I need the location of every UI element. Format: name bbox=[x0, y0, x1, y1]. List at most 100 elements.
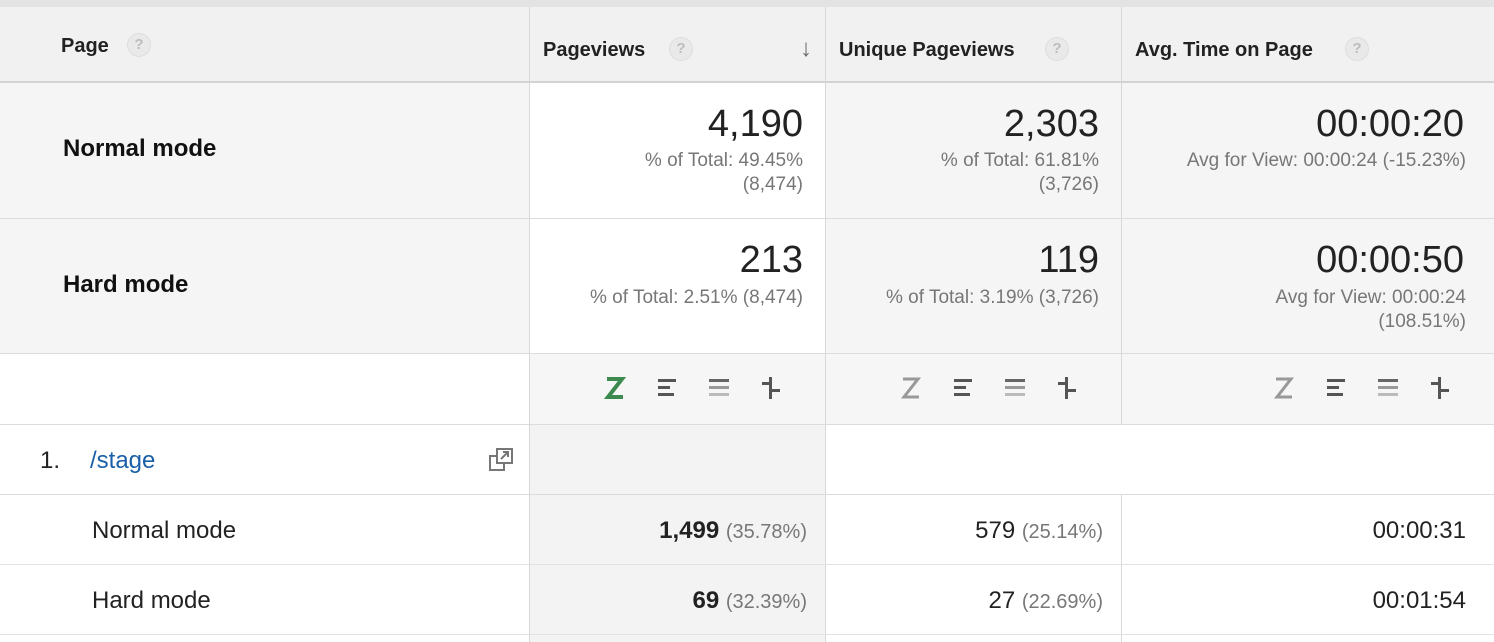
segment-name: Normal mode bbox=[63, 135, 217, 162]
z-icon[interactable] bbox=[885, 372, 937, 404]
subrow-unique: 579 (25.14%) bbox=[975, 517, 1103, 545]
partial-cell bbox=[1121, 635, 1494, 642]
comparison-icon[interactable] bbox=[1414, 372, 1466, 404]
page-pageviews-empty bbox=[529, 425, 825, 494]
table-row: 1. /stage bbox=[0, 425, 1494, 495]
subrow-unique: 27 (22.69%) bbox=[988, 587, 1103, 615]
subrow-pageviews-cell: 1,499 (35.78%) bbox=[529, 495, 825, 564]
segment-avgtime-change: (108.51%) bbox=[1378, 311, 1466, 332]
table-row: Normal mode 1,499 (35.78%) 579 (25.14%) … bbox=[0, 495, 1494, 565]
segment-pageviews-total: (8,474) bbox=[742, 174, 803, 195]
header-page[interactable]: Page ? bbox=[0, 7, 529, 81]
segment-pageviews-sub: % of Total: 2.51% (8,474) bbox=[590, 286, 803, 310]
segment-name-cell: Normal mode bbox=[0, 83, 529, 218]
partial-cell bbox=[529, 635, 825, 642]
page-unique-empty bbox=[825, 425, 1121, 494]
viz-spacer bbox=[0, 354, 529, 424]
help-icon[interactable]: ? bbox=[669, 37, 693, 61]
segment-unique-pct: % of Total: 3.19% (3,726) bbox=[886, 287, 1099, 308]
segment-avgtime-cell: 00:00:50 Avg for View: 00:00:24 (108.51%… bbox=[1121, 219, 1494, 353]
comparison-icon[interactable] bbox=[1041, 372, 1093, 404]
header-avg-time[interactable]: Avg. Time on Page ? bbox=[1121, 7, 1494, 81]
bars-icon[interactable] bbox=[937, 372, 989, 404]
viz-toggle-group bbox=[1258, 372, 1466, 404]
segment-unique-cell: 119 % of Total: 3.19% (3,726) bbox=[825, 219, 1121, 353]
segment-avgtime: 00:00:20 bbox=[1316, 103, 1464, 145]
segment-pageviews-cell: 4,190 % of Total: 49.45% (8,474) bbox=[529, 83, 825, 218]
subrow-unique-pct: (22.69%) bbox=[1021, 591, 1103, 613]
segment-avgtime-view: Avg for View: 00:00:24 bbox=[1275, 287, 1466, 308]
subrow-unique-cell: 579 (25.14%) bbox=[825, 495, 1121, 564]
segment-name: Hard mode bbox=[63, 271, 189, 298]
table-row-partial bbox=[0, 635, 1494, 642]
segment-unique-sub: % of Total: 61.81% (3,726) bbox=[941, 149, 1099, 197]
subrow-unique-value: 579 bbox=[975, 517, 1016, 544]
segment-unique-pct: % of Total: 61.81% bbox=[940, 150, 1099, 171]
sort-descending-icon[interactable]: ↓ bbox=[800, 35, 812, 63]
segment-unique: 2,303 bbox=[1003, 103, 1099, 145]
z-icon[interactable] bbox=[1258, 372, 1310, 404]
segment-pageviews-pct: % of Total: 2.51% (8,474) bbox=[590, 287, 803, 308]
partial-cell bbox=[825, 635, 1121, 642]
subrow-segment-cell: Normal mode bbox=[0, 495, 529, 564]
segment-summary-row: Normal mode 4,190 % of Total: 49.45% (8,… bbox=[0, 83, 1494, 219]
segment-avgtime-view: Avg for View: 00:00:24 (-15.23%) bbox=[1186, 150, 1466, 171]
segment-unique-sub: % of Total: 3.19% (3,726) bbox=[886, 286, 1099, 310]
bars-icon[interactable] bbox=[641, 372, 693, 404]
help-icon[interactable]: ? bbox=[127, 33, 151, 57]
viz-unique bbox=[825, 354, 1121, 424]
segment-unique: 119 bbox=[1038, 239, 1099, 281]
segment-avgtime-cell: 00:00:20 Avg for View: 00:00:24 (-15.23%… bbox=[1121, 83, 1494, 218]
segment-unique-total: (3,726) bbox=[1038, 174, 1099, 195]
subrow-avgtime: 00:01:54 bbox=[1372, 587, 1466, 614]
subrow-pageviews-cell: 69 (32.39%) bbox=[529, 565, 825, 634]
subrow-segment: Normal mode bbox=[92, 517, 237, 544]
help-icon[interactable]: ? bbox=[1045, 37, 1069, 61]
stacked-bars-icon[interactable] bbox=[693, 372, 745, 404]
page-cell: 1. /stage bbox=[0, 425, 529, 494]
viz-toggle-group bbox=[589, 372, 797, 404]
segment-pageviews: 4,190 bbox=[707, 103, 803, 145]
header-pageviews-label: Pageviews bbox=[543, 39, 646, 61]
bars-icon[interactable] bbox=[1310, 372, 1362, 404]
stacked-bars-icon[interactable] bbox=[989, 372, 1041, 404]
z-icon[interactable] bbox=[589, 372, 641, 404]
subrow-segment: Hard mode bbox=[92, 587, 211, 614]
subrow-pageviews: 1,499 (35.78%) bbox=[659, 517, 807, 545]
segment-pageviews-cell: 213 % of Total: 2.51% (8,474) bbox=[529, 219, 825, 353]
subrow-unique-pct: (25.14%) bbox=[1021, 521, 1103, 543]
segment-avgtime-sub: Avg for View: 00:00:24 (-15.23%) bbox=[1187, 149, 1466, 173]
header-page-label: Page bbox=[61, 35, 109, 57]
segment-avgtime-sub: Avg for View: 00:00:24 (108.51%) bbox=[1276, 286, 1466, 334]
subrow-avgtime: 00:00:31 bbox=[1372, 517, 1466, 544]
subrow-pageviews-pct: (32.39%) bbox=[725, 591, 807, 613]
subrow-pageviews-value: 69 bbox=[692, 587, 720, 614]
viz-toggle-group bbox=[885, 372, 1093, 404]
subrow-unique-value: 27 bbox=[988, 587, 1016, 614]
segment-unique-cell: 2,303 % of Total: 61.81% (3,726) bbox=[825, 83, 1121, 218]
subrow-avgtime-cell: 00:01:54 bbox=[1121, 565, 1494, 634]
header-unique-pageviews[interactable]: Unique Pageviews ? bbox=[825, 7, 1121, 81]
subrow-unique-cell: 27 (22.69%) bbox=[825, 565, 1121, 634]
comparison-icon[interactable] bbox=[745, 372, 797, 404]
header-pageviews[interactable]: Pageviews ? ↓ bbox=[529, 7, 825, 81]
page-link[interactable]: /stage bbox=[90, 447, 155, 475]
segment-name-cell: Hard mode bbox=[0, 219, 529, 353]
segment-pageviews: 213 bbox=[739, 239, 803, 281]
table-header: Page ? Pageviews ? ↓ Unique Pageviews ? … bbox=[0, 0, 1494, 83]
stacked-bars-icon[interactable] bbox=[1362, 372, 1414, 404]
header-unique-label: Unique Pageviews bbox=[839, 39, 1015, 61]
analytics-table: Page ? Pageviews ? ↓ Unique Pageviews ? … bbox=[0, 0, 1494, 642]
header-avgtime-label: Avg. Time on Page bbox=[1135, 39, 1313, 61]
subrow-pageviews-pct: (35.78%) bbox=[725, 521, 807, 543]
subrow-avgtime-cell: 00:00:31 bbox=[1121, 495, 1494, 564]
segment-summary-row: Hard mode 213 % of Total: 2.51% (8,474) … bbox=[0, 219, 1494, 354]
open-page-icon[interactable] bbox=[488, 447, 514, 478]
viz-avgtime bbox=[1121, 354, 1494, 424]
segment-pageviews-pct: % of Total: 49.45% bbox=[644, 150, 803, 171]
subrow-pageviews-value: 1,499 bbox=[659, 517, 720, 544]
table-row: Hard mode 69 (32.39%) 27 (22.69%) 00:01:… bbox=[0, 565, 1494, 635]
subrow-segment-cell: Hard mode bbox=[0, 565, 529, 634]
visualization-toggle-row bbox=[0, 354, 1494, 425]
help-icon[interactable]: ? bbox=[1345, 37, 1369, 61]
